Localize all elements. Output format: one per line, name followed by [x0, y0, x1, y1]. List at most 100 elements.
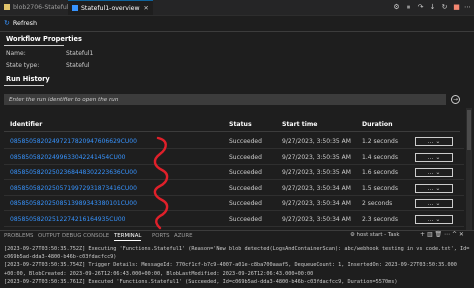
run-duration: 1.5 seconds	[362, 184, 398, 192]
terminal-line: +00:00, BlobCreated: 2023-09-26T12:06:43…	[4, 270, 314, 277]
run-identifier-input[interactable]: Enter the run identifier to open the run	[4, 94, 446, 105]
run-start-time: 9/27/2023, 3:50:34 AM	[282, 184, 351, 192]
chevron-up-icon[interactable]: ^	[452, 231, 459, 238]
terminal-line: c069b5ad-dda3-4800-b46b-c03fdacfcc9)	[4, 254, 117, 261]
run-status: Succeeded	[229, 184, 262, 192]
open-run-icon[interactable]: →	[451, 95, 460, 104]
refresh-button[interactable]: ↻ Refresh	[4, 18, 37, 28]
step-into-icon[interactable]: ↓	[428, 3, 437, 12]
run-duration: 2 seconds	[362, 200, 393, 207]
step-over-icon[interactable]: ↷	[416, 3, 425, 12]
table-row[interactable]: 08585058202508513989343380101CU00 Succeed…	[0, 196, 474, 211]
run-identifier-link[interactable]: 08585058202502368448302223636CU00	[10, 165, 137, 180]
run-identifier-link[interactable]: 08585058202499633042241454CU00	[10, 150, 125, 165]
table-row[interactable]: 08585058202512274216164935CU00 Succeeded 9…	[0, 212, 474, 227]
run-identifier-link[interactable]: 08585058202505719972931873416CU00	[10, 181, 137, 196]
tab-label: blob2706-Stateful1	[13, 4, 73, 11]
run-start-time: 9/27/2023, 3:50:35 AM	[282, 138, 351, 145]
trash-icon[interactable]: 🗑	[435, 231, 445, 238]
run-identifier-link[interactable]: 08585058202508513989343380101CU00	[10, 196, 137, 211]
chevron-down-icon: ⌄	[435, 169, 441, 176]
state-type-label: State type:	[6, 62, 40, 69]
run-identifier-link[interactable]: 08585058202497217820947606629CU00	[10, 134, 137, 149]
stop-icon[interactable]: ■	[452, 3, 461, 12]
run-duration: 2.3 seconds	[362, 215, 398, 223]
refresh-icon: ↻	[4, 19, 10, 27]
run-actions-label: ...	[427, 169, 434, 176]
state-type-value: Stateful	[66, 62, 90, 69]
run-duration: 1.2 seconds	[362, 138, 398, 145]
add-terminal-icon[interactable]: +	[420, 231, 427, 238]
panel-tab-terminal[interactable]: TERMINAL	[114, 233, 142, 241]
run-actions-button[interactable]: ... ⌄	[415, 152, 453, 162]
run-actions-button[interactable]: ... ⌄	[415, 199, 453, 208]
scrollbar-thumb[interactable]	[467, 110, 471, 150]
panel-tab-ports[interactable]: PORTS	[152, 233, 170, 239]
run-duration: 1.4 seconds	[362, 153, 398, 161]
run-status: Succeeded	[229, 138, 262, 145]
pause-icon[interactable]: ⏸	[404, 3, 413, 12]
row-divider	[4, 225, 464, 227]
terminal-line: [2023-09-27T03:50:35.752Z] Executing 'Fu…	[4, 246, 470, 252]
editor-tab-bar: blob2706-Stateful1 Stateful1-overview ✕ ⚙…	[0, 0, 474, 16]
run-status: Succeeded	[229, 200, 262, 207]
chevron-down-icon: ⌄	[435, 215, 441, 223]
table-row[interactable]: 08585058202505719972931873416CU00 Succeed…	[0, 181, 474, 196]
name-label: Name:	[6, 50, 26, 57]
run-status: Succeeded	[229, 153, 262, 161]
panel-tab-azure[interactable]: AZURE	[174, 233, 192, 239]
more-actions-icon[interactable]: ⋯	[463, 3, 472, 12]
run-history-title: Run History	[6, 75, 50, 83]
header-divider	[4, 131, 460, 132]
refresh-label: Refresh	[12, 19, 38, 27]
workflow-properties-title: Workflow Properties	[6, 35, 82, 43]
panel-actions: + ▥ 🗑 ⋯ ^ ✕	[420, 231, 464, 238]
table-row[interactable]: 08585058202502368448302223636CU00 Succeed…	[0, 165, 474, 180]
run-status: Succeeded	[229, 169, 262, 176]
run-duration: 1.6 seconds	[362, 169, 398, 176]
run-start-time: 9/27/2023, 3:50:35 AM	[282, 153, 351, 161]
tab-label: Stateful1-overview	[81, 5, 140, 12]
table-row[interactable]: 08585058202497217820947606629CU00 Succeed…	[0, 134, 474, 149]
run-status: Succeeded	[229, 215, 262, 223]
restart-icon[interactable]: ↻	[440, 3, 449, 12]
run-actions-button[interactable]: ... ⌄	[415, 168, 453, 177]
run-actions-button[interactable]: ... ⌄	[415, 183, 453, 193]
file-icon	[4, 4, 10, 10]
terminal-line: [2023-09-27T03:50:35.761Z] Executed 'Fun…	[4, 278, 398, 285]
close-panel-icon[interactable]: ✕	[459, 231, 464, 238]
debug-icon[interactable]: ⚙	[392, 3, 401, 12]
chevron-down-icon: ⌄	[435, 153, 441, 161]
annotation-squiggle	[153, 136, 169, 230]
run-actions-button[interactable]: ... ⌄	[415, 214, 453, 224]
table-row[interactable]: 08585058202499633042241454CU00 Succeeded 9…	[0, 150, 474, 165]
panel-tab-output[interactable]: OUTPUT	[38, 233, 60, 239]
column-header-start-time: Start time	[282, 121, 318, 128]
run-start-time: 9/27/2023, 3:50:35 AM	[282, 169, 351, 176]
tab-blob2706-stateful1[interactable]: blob2706-Stateful1	[0, 0, 76, 15]
run-actions-label: ...	[427, 215, 434, 223]
chevron-down-icon: ⌄	[435, 184, 441, 192]
run-identifier-link[interactable]: 08585058202512274216164935CU00	[10, 212, 125, 227]
run-start-time: 9/27/2023, 3:50:34 AM	[282, 215, 351, 223]
chevron-down-icon: ⌄	[435, 138, 441, 145]
run-actions-label: ...	[427, 184, 434, 192]
terminal-name[interactable]: ⚙ host start - Task	[350, 232, 399, 238]
run-actions-label: ...	[427, 153, 434, 161]
run-actions-label: ...	[427, 138, 434, 145]
panel-tab-problems[interactable]: PROBLEMS	[4, 233, 33, 239]
split-terminal-icon[interactable]: ▥	[427, 231, 435, 238]
chevron-down-icon: ⌄	[435, 200, 441, 207]
name-value: Stateful1	[66, 50, 94, 57]
tab-stateful1-overview[interactable]: Stateful1-overview ✕	[68, 0, 153, 15]
file-icon	[72, 5, 78, 11]
panel-tab-debug-console[interactable]: DEBUG CONSOLE	[62, 233, 109, 239]
title-underline	[4, 45, 64, 46]
more-icon[interactable]: ⋯	[444, 231, 452, 238]
run-actions-button[interactable]: ... ⌄	[415, 137, 453, 146]
run-start-time: 9/27/2023, 3:50:34 AM	[282, 200, 351, 207]
close-icon[interactable]: ✕	[144, 5, 149, 12]
title-underline	[4, 85, 44, 86]
column-header-identifier: Identifier	[10, 121, 43, 128]
column-header-duration: Duration	[362, 121, 393, 128]
